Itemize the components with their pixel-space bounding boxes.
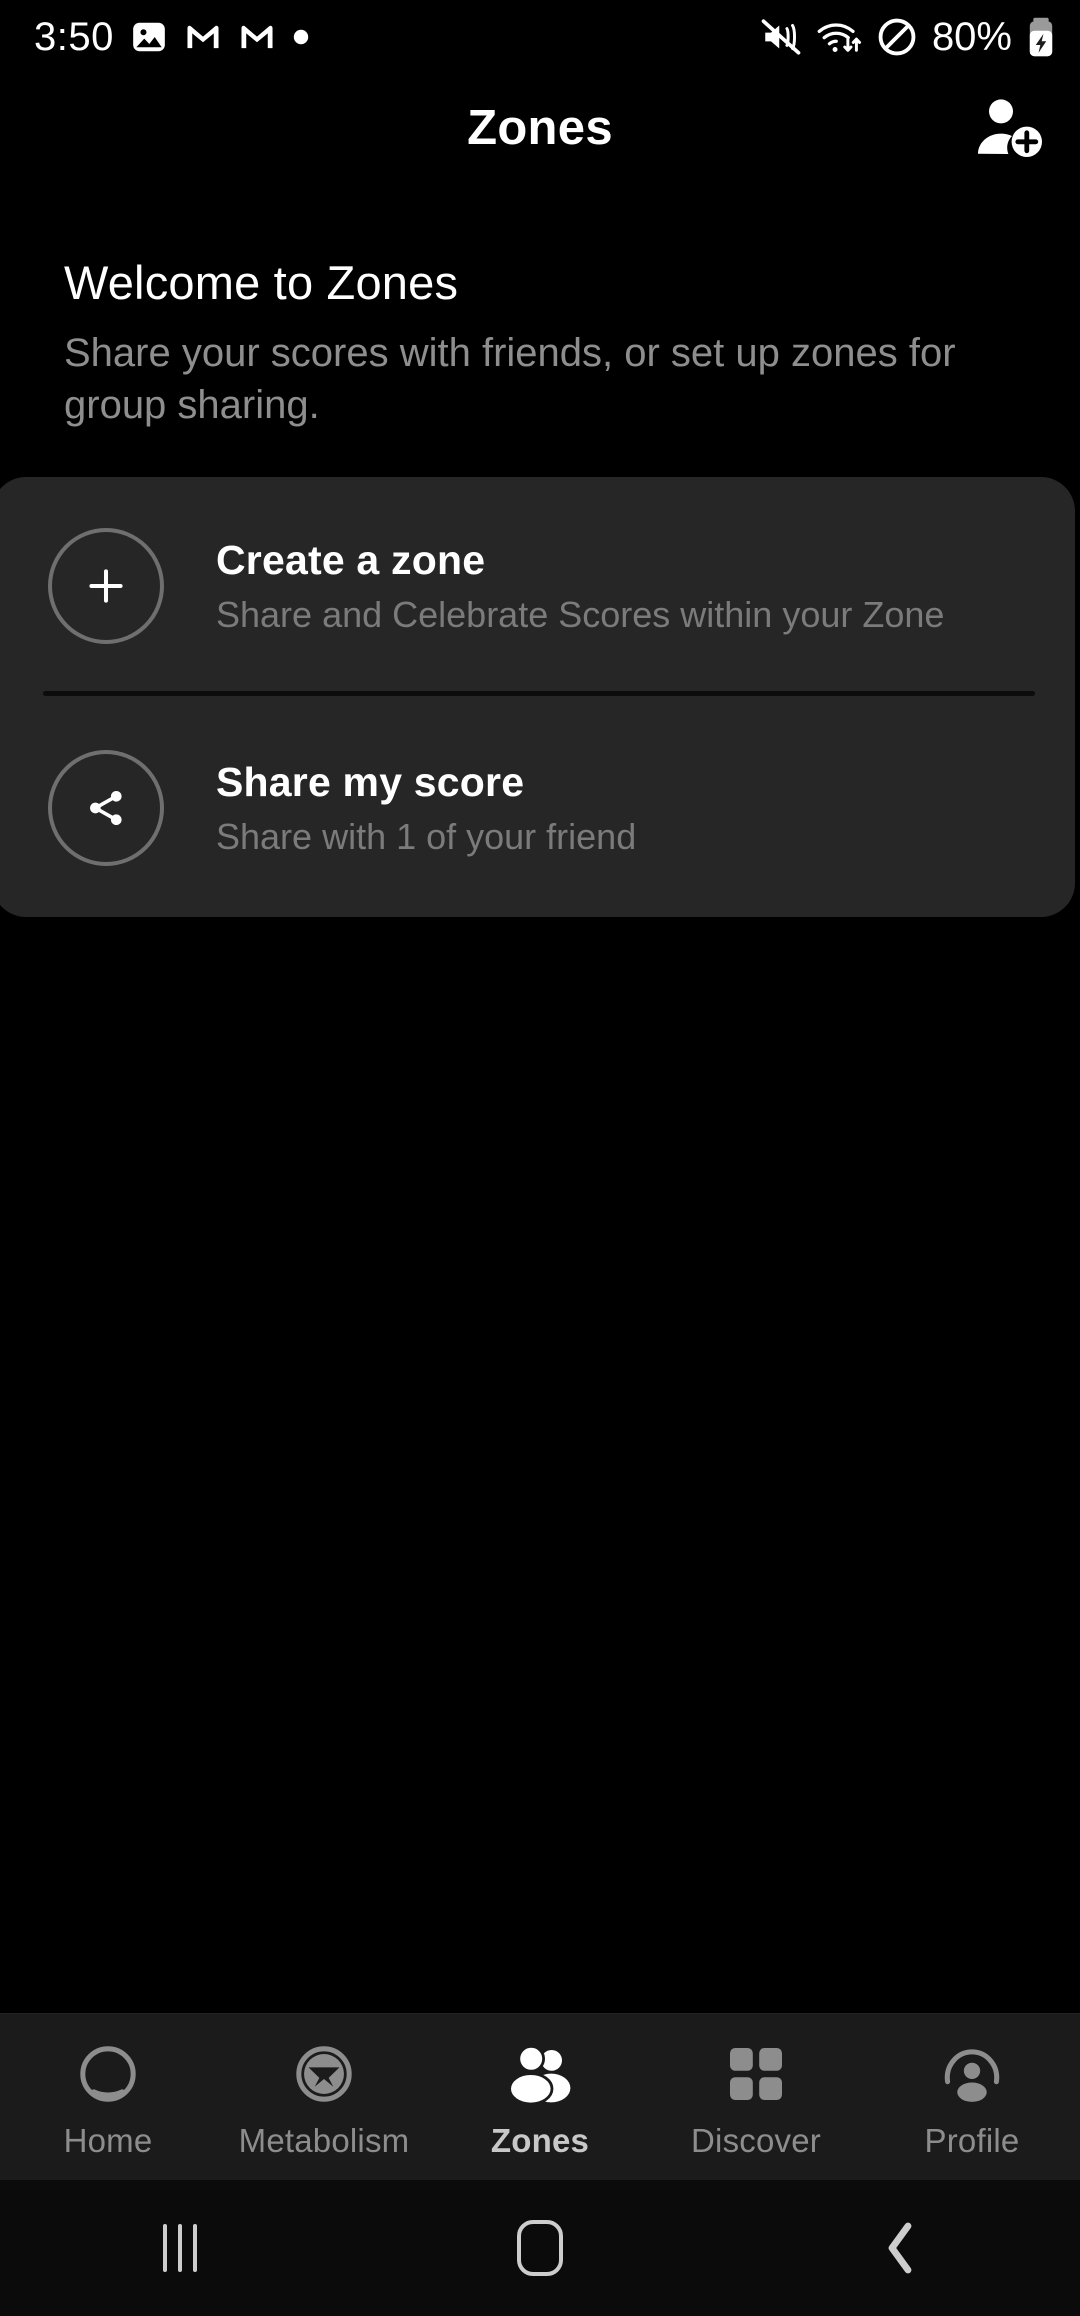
card-divider [43,691,1035,696]
create-zone-row[interactable]: Create a zone Share and Celebrate Scores… [0,477,1075,695]
tab-home-label: Home [63,2122,153,2159]
status-bar-right: 80% [760,15,1056,60]
photos-icon [130,18,168,56]
plus-icon-circle [48,528,164,644]
battery-charging-icon [1026,16,1056,58]
tab-discover[interactable]: Discover [648,2014,864,2181]
metabolism-crown-icon [293,2036,355,2112]
app-header: Zones [0,74,1080,182]
wifi-data-icon [816,16,862,58]
back-button[interactable] [720,2220,1080,2276]
share-icon [90,790,122,826]
create-zone-text: Create a zone Share and Celebrate Scores… [216,537,944,636]
share-score-title: Share my score [216,758,525,805]
tab-metabolism-label: Metabolism [238,2122,410,2159]
page-title: Zones [467,101,613,155]
share-icon-circle [48,750,164,866]
home-button[interactable] [360,2220,720,2276]
home-icon [517,2220,563,2276]
share-score-row[interactable]: Share my score Share with 1 of your frie… [0,699,1075,917]
add-person-button[interactable] [964,88,1056,168]
ring-icon [77,2036,139,2112]
phone-screen: 3:50 80% Zones Welcome to Zones Share yo… [0,0,1080,2316]
welcome-subtitle: Share your scores with friends, or set u… [64,331,956,427]
tab-home[interactable]: Home [0,2014,216,2181]
status-bar-left: 3:50 [34,15,310,60]
create-zone-title: Create a zone [216,536,486,583]
welcome-block: Welcome to Zones Share your scores with … [64,255,1024,431]
tab-zones-label: Zones [490,2122,590,2159]
tab-discover-label: Discover [691,2122,821,2159]
bottom-tab-bar: Home Metabolism Zones Discover Profile [0,2013,1080,2180]
status-bar: 3:50 80% [0,0,1080,74]
action-card: Create a zone Share and Celebrate Scores… [0,477,1075,917]
tab-profile[interactable]: Profile [864,2014,1080,2181]
people-group-icon [506,2036,574,2112]
recents-icon [163,2224,197,2272]
tab-profile-label: Profile [924,2122,1020,2159]
share-score-subtitle: Share with 1 of your friend [216,815,637,857]
recents-button[interactable] [0,2224,360,2272]
gmail-icon [238,18,276,56]
status-clock: 3:50 [34,14,114,59]
add-person-icon [978,99,1042,157]
tab-zones[interactable]: Zones [432,2014,648,2181]
mute-icon [760,16,802,58]
gmail-icon [184,18,222,56]
back-chevron-icon [888,2222,912,2274]
grid-squares-icon [726,2036,786,2112]
create-zone-subtitle: Share and Celebrate Scores within your Z… [216,593,945,635]
dot-icon [292,28,310,46]
person-circle-icon [941,2036,1003,2112]
welcome-heading: Welcome to Zones [64,256,459,309]
battery-percent-label: 80% [931,14,1012,59]
do-not-disturb-icon [876,16,918,58]
tab-metabolism[interactable]: Metabolism [216,2014,432,2181]
plus-icon [89,569,123,603]
system-navigation-bar [0,2180,1080,2316]
share-score-text: Share my score Share with 1 of your frie… [216,759,636,858]
